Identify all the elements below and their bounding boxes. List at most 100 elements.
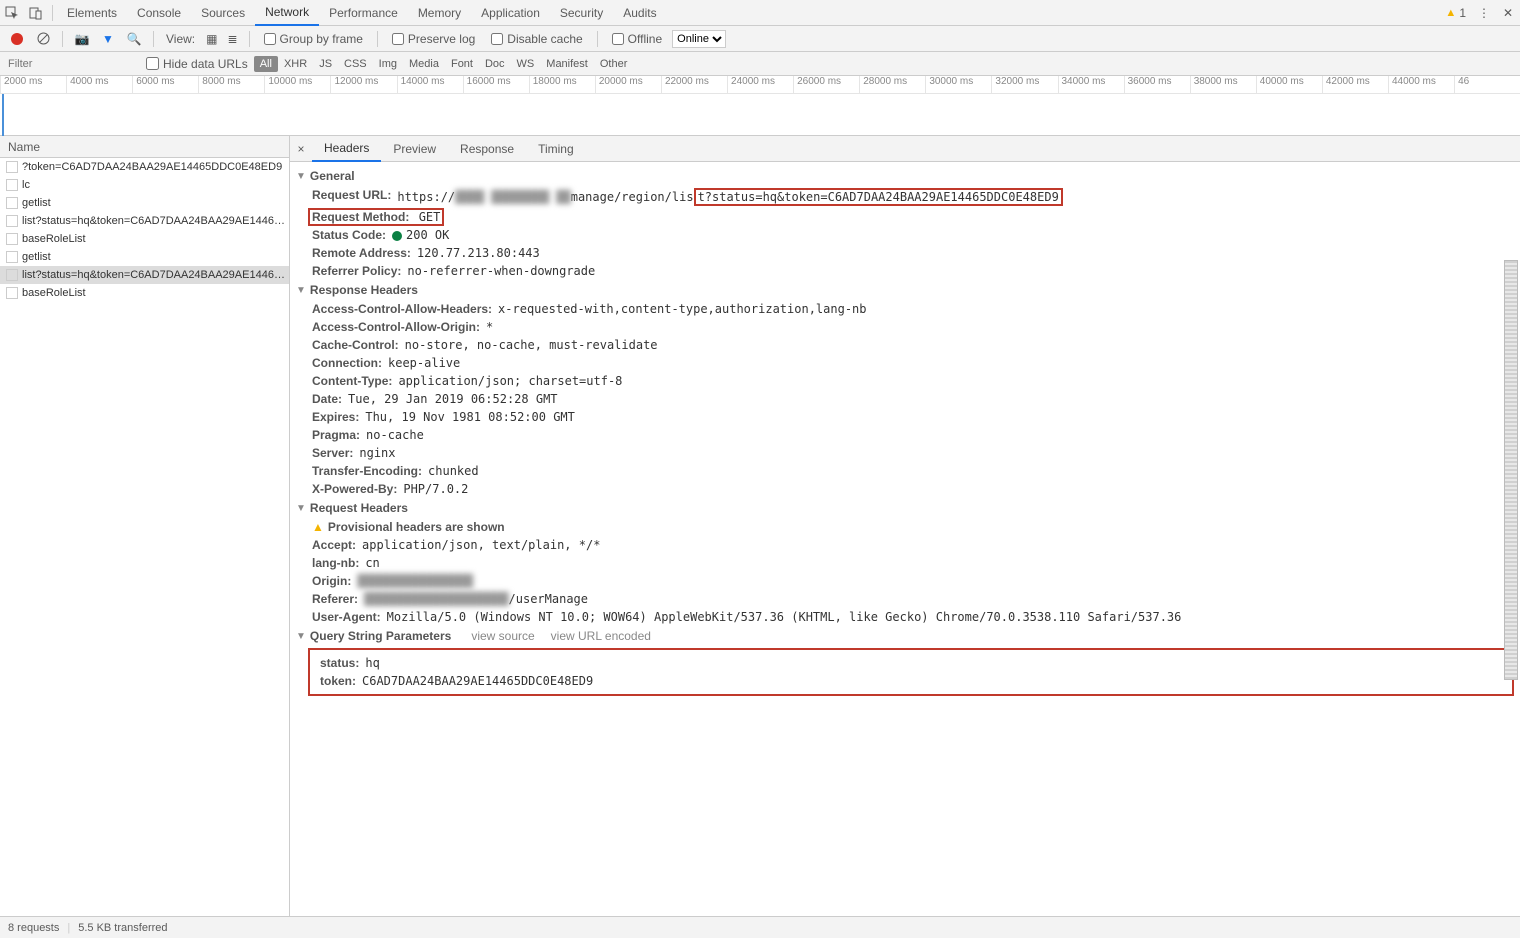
general-remote-address: Remote Address:120.77.213.80:443	[290, 244, 1520, 262]
view-url-encoded-link[interactable]: view URL encoded	[551, 629, 651, 643]
timeline-tick: 4000 ms	[66, 76, 132, 93]
close-devtools-icon[interactable]: ✕	[1496, 1, 1520, 25]
timeline-overview[interactable]: 2000 ms4000 ms6000 ms8000 ms10000 ms1200…	[0, 76, 1520, 136]
detail-tab-headers[interactable]: Headers	[312, 136, 381, 162]
filter-type-img[interactable]: Img	[373, 56, 403, 72]
clear-button[interactable]	[32, 28, 54, 50]
overview-scrollbar[interactable]	[1504, 260, 1518, 680]
file-icon	[6, 287, 18, 299]
filter-type-css[interactable]: CSS	[338, 56, 373, 72]
requests-panel: Name ?token=C6AD7DAA24BAA29AE14465DDC0E4…	[0, 136, 290, 916]
tab-security[interactable]: Security	[550, 0, 613, 26]
response-header-row: Connection:keep-alive	[290, 354, 1520, 372]
general-referrer-policy: Referrer Policy:no-referrer-when-downgra…	[290, 262, 1520, 280]
warning-icon: ▲	[312, 520, 324, 534]
status-requests: 8 requests	[8, 922, 59, 934]
offline-checkbox[interactable]: Offline	[606, 32, 668, 46]
status-transferred: 5.5 KB transferred	[78, 922, 167, 934]
timeline-tick: 10000 ms	[264, 76, 330, 93]
request-row[interactable]: getlist	[0, 194, 289, 212]
file-icon	[6, 233, 18, 245]
file-icon	[6, 215, 18, 227]
file-icon	[6, 179, 18, 191]
general-status-code: Status Code:200 OK	[290, 226, 1520, 244]
timeline-tick: 2000 ms	[0, 76, 66, 93]
reqh-referer: Referer:████████████████████/userManage	[290, 590, 1520, 608]
view-source-link[interactable]: view source	[471, 629, 534, 643]
search-icon[interactable]: 🔍	[123, 28, 145, 50]
highlight-request-method: Request Method: GET	[308, 208, 444, 226]
response-header-row: Cache-Control:no-store, no-cache, must-r…	[290, 336, 1520, 354]
timeline-tick: 32000 ms	[991, 76, 1057, 93]
status-bar: 8 requests | 5.5 KB transferred	[0, 916, 1520, 938]
tab-performance[interactable]: Performance	[319, 0, 408, 26]
tab-audits[interactable]: Audits	[613, 0, 666, 26]
request-row[interactable]: getlist	[0, 248, 289, 266]
timeline-tick: 14000 ms	[397, 76, 463, 93]
filter-type-doc[interactable]: Doc	[479, 56, 511, 72]
timeline-tick: 46	[1454, 76, 1520, 93]
filter-type-js[interactable]: JS	[313, 56, 338, 72]
details-panel: × Headers Preview Response Timing ▼Gener…	[290, 136, 1520, 916]
request-row[interactable]: list?status=hq&token=C6AD7DAA24BAA29AE14…	[0, 212, 289, 230]
group-by-frame-checkbox[interactable]: Group by frame	[258, 32, 369, 46]
response-header-row: Server:nginx	[290, 444, 1520, 462]
filter-type-other[interactable]: Other	[594, 56, 634, 72]
filter-type-ws[interactable]: WS	[511, 56, 541, 72]
reqh-lang-nb: lang-nb:cn	[290, 554, 1520, 572]
filter-input[interactable]	[0, 58, 140, 70]
capture-screenshots-icon[interactable]: 📷	[71, 28, 93, 50]
chevron-down-icon: ▼	[296, 171, 306, 182]
tab-network[interactable]: Network	[255, 0, 319, 26]
filter-type-manifest[interactable]: Manifest	[540, 56, 594, 72]
detail-tab-timing[interactable]: Timing	[526, 136, 586, 162]
tab-memory[interactable]: Memory	[408, 0, 471, 26]
warnings-badge[interactable]: ▲1	[1439, 6, 1472, 20]
disable-cache-checkbox[interactable]: Disable cache	[485, 32, 588, 46]
tab-sources[interactable]: Sources	[191, 0, 255, 26]
tab-elements[interactable]: Elements	[57, 0, 127, 26]
section-general[interactable]: ▼General	[290, 166, 1520, 186]
warning-icon: ▲	[1445, 7, 1456, 19]
section-query-string[interactable]: ▼Query String Parameters view sourceview…	[290, 626, 1520, 646]
detail-tab-response[interactable]: Response	[448, 136, 526, 162]
request-row[interactable]: ?token=C6AD7DAA24BAA29AE14465DDC0E48ED9	[0, 158, 289, 176]
section-response-headers[interactable]: ▼Response Headers	[290, 280, 1520, 300]
timeline-tick: 26000 ms	[793, 76, 859, 93]
filter-type-media[interactable]: Media	[403, 56, 445, 72]
request-row[interactable]: lc	[0, 176, 289, 194]
reqh-user-agent: User-Agent:Mozilla/5.0 (Windows NT 10.0;…	[290, 608, 1520, 626]
request-row[interactable]: baseRoleList	[0, 284, 289, 302]
preserve-log-checkbox[interactable]: Preserve log	[386, 32, 481, 46]
kebab-menu-icon[interactable]: ⋮	[1472, 1, 1496, 25]
section-request-headers[interactable]: ▼Request Headers	[290, 498, 1520, 518]
close-details-icon[interactable]: ×	[290, 142, 312, 156]
large-rows-icon[interactable]: ▦	[203, 32, 220, 46]
record-button[interactable]	[6, 28, 28, 50]
response-header-row: Date:Tue, 29 Jan 2019 06:52:28 GMT	[290, 390, 1520, 408]
response-header-row: Expires:Thu, 19 Nov 1981 08:52:00 GMT	[290, 408, 1520, 426]
request-row[interactable]: baseRoleList	[0, 230, 289, 248]
requests-header-name[interactable]: Name	[0, 136, 289, 158]
chevron-down-icon: ▼	[296, 285, 306, 296]
tab-console[interactable]: Console	[127, 0, 191, 26]
timeline-tick: 34000 ms	[1058, 76, 1124, 93]
filter-type-xhr[interactable]: XHR	[278, 56, 313, 72]
request-name: lc	[22, 179, 30, 191]
filter-icon[interactable]: ▼	[97, 28, 119, 50]
inspect-icon[interactable]	[0, 1, 24, 25]
detail-tab-preview[interactable]: Preview	[381, 136, 448, 162]
filter-type-all[interactable]: All	[254, 56, 278, 72]
timeline-tick: 16000 ms	[463, 76, 529, 93]
hide-data-urls-checkbox[interactable]: Hide data URLs	[140, 57, 254, 71]
response-header-row: Access-Control-Allow-Origin:*	[290, 318, 1520, 336]
request-row[interactable]: list?status=hq&token=C6AD7DAA24BAA29AE14…	[0, 266, 289, 284]
device-toggle-icon[interactable]	[24, 1, 48, 25]
throttling-select[interactable]: Online	[672, 30, 726, 48]
waterfall-icon[interactable]: ≣	[224, 32, 240, 46]
timeline-tick: 38000 ms	[1190, 76, 1256, 93]
tab-application[interactable]: Application	[471, 0, 550, 26]
timeline-tick: 12000 ms	[330, 76, 396, 93]
timeline-tick: 8000 ms	[198, 76, 264, 93]
filter-type-font[interactable]: Font	[445, 56, 479, 72]
